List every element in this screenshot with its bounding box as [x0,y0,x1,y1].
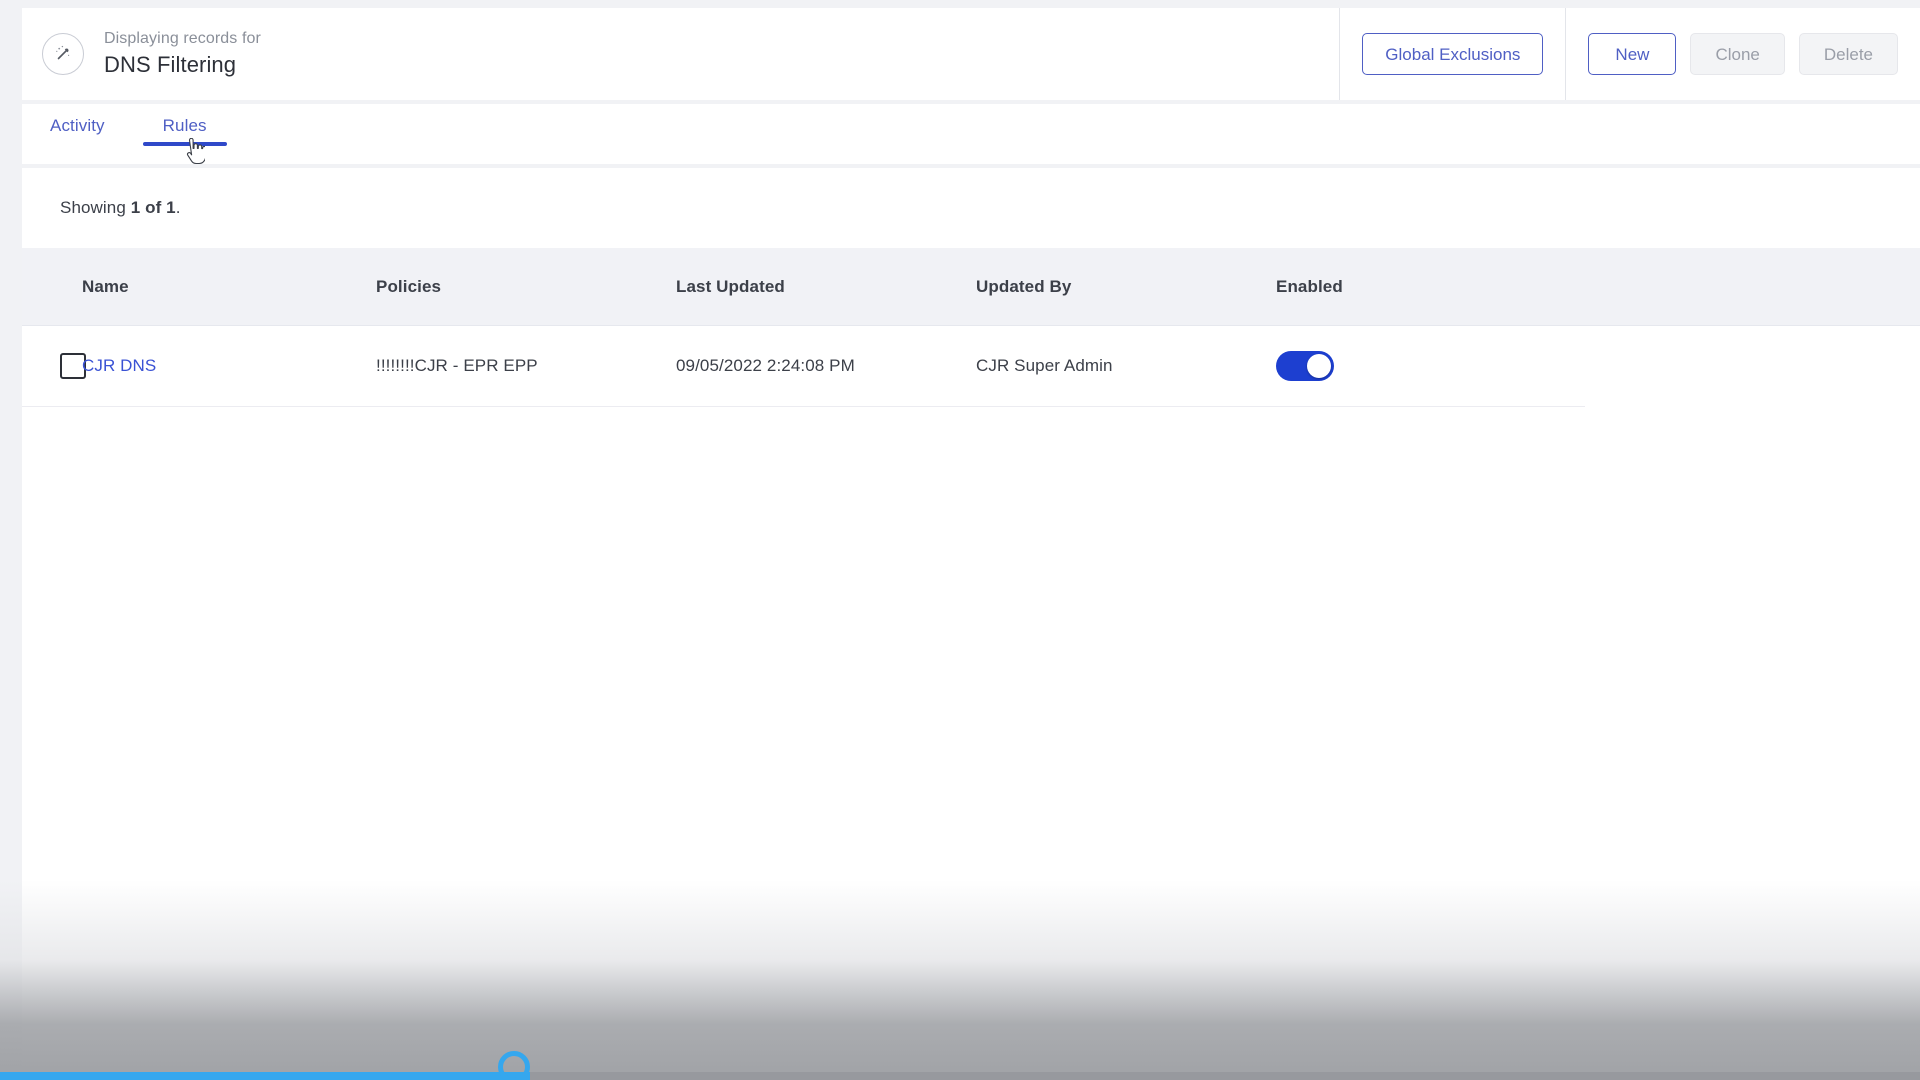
delete-button[interactable]: Delete [1798,33,1898,75]
column-header-updated-by[interactable]: Updated By [976,277,1276,297]
tab-bar: Activity Rules [22,104,1920,164]
global-exclusions-button[interactable]: Global Exclusions [1362,33,1544,75]
new-button[interactable]: New [1588,33,1677,75]
results-summary: Showing 1 of 1. [60,198,181,218]
row-select-cell [22,353,86,379]
summary-suffix: . [175,198,181,217]
table-row[interactable]: CJR DNS !!!!!!!!CJR - EPR EPP 09/05/2022… [22,326,1920,406]
column-header-name[interactable]: Name [82,277,376,297]
column-header-enabled[interactable]: Enabled [1276,277,1576,297]
summary-count: 1 of 1 [130,198,176,217]
summary-prefix: Showing [60,198,131,217]
header-actions-primary: New Clone Delete [1565,8,1920,100]
cell-name-link[interactable]: CJR DNS [82,356,376,376]
table-header-row: Name Policies Last Updated Updated By En… [22,248,1920,326]
tab-rules-label: Rules [162,116,207,135]
column-header-policies[interactable]: Policies [376,277,676,297]
page-header: Displaying records for DNS Filtering Glo… [22,8,1920,100]
tab-activity-label: Activity [50,116,105,135]
cell-policies: !!!!!!!!CJR - EPR EPP [376,356,538,375]
header-actions-secondary: Global Exclusions [1339,8,1565,100]
header-identity: Displaying records for DNS Filtering [22,8,1339,100]
enabled-toggle-knob [1307,354,1331,378]
page-title: DNS Filtering [104,52,237,77]
header-kicker: Displaying records for [104,30,261,47]
progress-slider-handle[interactable] [498,1051,530,1080]
progress-slider-fill[interactable] [0,1072,530,1080]
column-header-last-updated[interactable]: Last Updated [676,277,976,297]
cell-enabled [1276,351,1576,381]
rules-table: Name Policies Last Updated Updated By En… [22,248,1920,1080]
cell-last-updated: 09/05/2022 2:24:08 PM [676,356,855,375]
tab-activity[interactable]: Activity [44,104,111,152]
cell-updated-by: CJR Super Admin [976,356,1113,375]
header-titles: Displaying records for DNS Filtering [104,29,261,79]
results-summary-bar: Showing 1 of 1. [22,168,1920,248]
app-root: Displaying records for DNS Filtering Glo… [0,0,1920,1080]
table-row-divider [22,406,1585,407]
active-tab-indicator [142,142,227,146]
tab-rules[interactable]: Rules [142,104,227,152]
magic-wand-icon [42,33,84,75]
enabled-toggle[interactable] [1276,351,1334,381]
clone-button[interactable]: Clone [1690,33,1785,75]
